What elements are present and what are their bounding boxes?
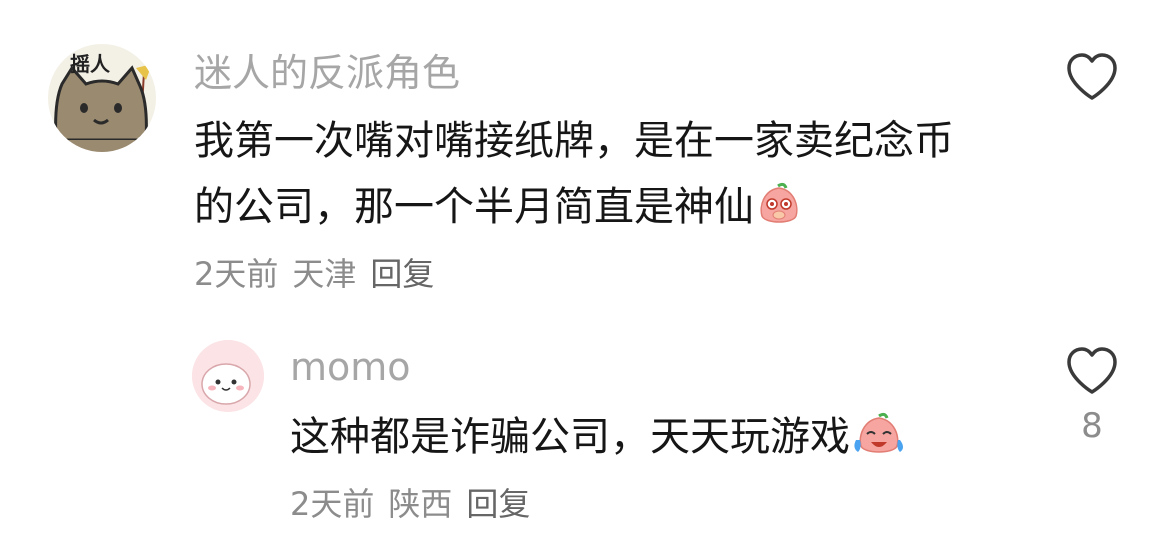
avatar[interactable]: 摇人 (48, 44, 156, 152)
reply-time: 2天前 (290, 485, 375, 523)
reply-avatar[interactable] (192, 340, 264, 412)
comment-text-line-1: 我第一次嘴对嘴接纸牌，是在一家卖纪念币 (194, 118, 954, 164)
comment-time: 2天前 (194, 255, 279, 293)
reply-like-count: 8 (1081, 406, 1103, 446)
reply-meta: 2天前 陕西 回复 (290, 484, 544, 524)
comment-text-line-2-text: 的公司，那一个半月简直是神仙 (194, 184, 754, 230)
comment-meta: 2天前 天津 回复 (194, 254, 448, 294)
reply-like-button[interactable]: 8 (1062, 346, 1122, 446)
heart-outline-icon (1067, 347, 1117, 394)
heart-outline-icon (1067, 53, 1117, 100)
comment-text-line-2: 的公司，那一个半月简直是神仙 (194, 174, 1034, 248)
reply-text[interactable]: 这种都是诈骗公司，天天玩游戏 (290, 404, 1010, 478)
reply-reply-button[interactable]: 回复 (466, 485, 530, 523)
comment-like-button[interactable] (1062, 52, 1122, 102)
reply-location: 陕西 (388, 485, 453, 523)
comment-reply-button[interactable]: 回复 (370, 255, 434, 293)
comment-text[interactable]: 我第一次嘴对嘴接纸牌，是在一家卖纪念币 的公司，那一个半月简直是神仙 (194, 108, 1034, 248)
crying-peach-emoji-icon (852, 412, 906, 478)
avatar-label: 摇人 (70, 52, 110, 76)
reply-username[interactable]: momo (290, 344, 411, 390)
reply-text-content: 这种都是诈骗公司，天天玩游戏 (290, 414, 850, 460)
comment-location: 天津 (292, 255, 357, 293)
comment-username[interactable]: 迷人的反派角色 (194, 50, 460, 96)
peach-avatar-icon (192, 340, 264, 412)
shy-peach-emoji-icon (756, 182, 802, 248)
